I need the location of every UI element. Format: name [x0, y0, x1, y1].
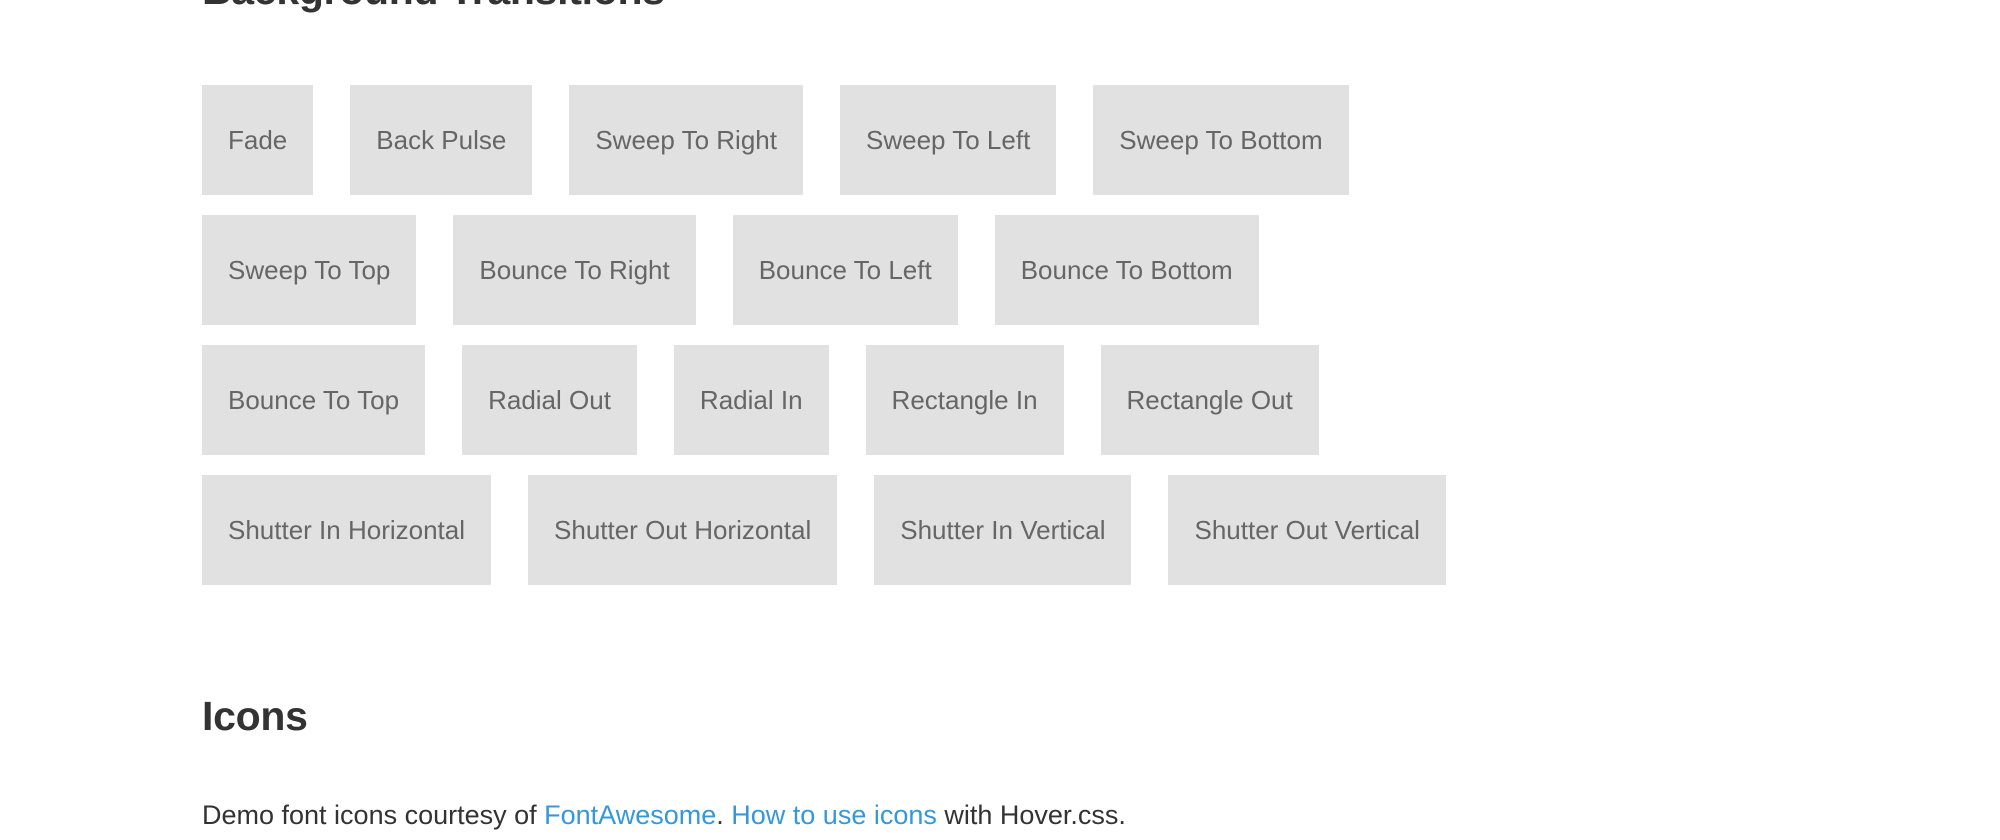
button-row-2: Sweep To Top Bounce To Right Bounce To L… — [202, 215, 1902, 325]
transition-button-sweep-to-left[interactable]: Sweep To Left — [839, 85, 1057, 195]
icons-description-text-after: with Hover.css. — [936, 800, 1126, 830]
button-row-1: Fade Back Pulse Sweep To Right Sweep To … — [202, 85, 1902, 195]
fontawesome-link[interactable]: FontAwesome — [544, 800, 716, 830]
transition-button-shutter-in-vertical[interactable]: Shutter In Vertical — [874, 475, 1132, 585]
page-title: Background Transitions — [202, 0, 665, 15]
transition-button-shutter-out-horizontal[interactable]: Shutter Out Horizontal — [528, 475, 838, 585]
transition-button-bounce-to-top[interactable]: Bounce To Top — [202, 345, 426, 455]
transition-button-fade[interactable]: Fade — [202, 85, 314, 195]
transition-button-bounce-to-bottom[interactable]: Bounce To Bottom — [994, 215, 1259, 325]
button-row-4: Shutter In Horizontal Shutter Out Horizo… — [202, 475, 1902, 585]
button-row-3: Bounce To Top Radial Out Radial In Recta… — [202, 345, 1902, 455]
transition-button-back-pulse[interactable]: Back Pulse — [350, 85, 533, 195]
transition-button-sweep-to-right[interactable]: Sweep To Right — [569, 85, 803, 195]
icons-section-title: Icons — [202, 693, 308, 739]
transition-button-shutter-out-vertical[interactable]: Shutter Out Vertical — [1168, 475, 1446, 585]
background-transitions-button-grid: Fade Back Pulse Sweep To Right Sweep To … — [202, 85, 1902, 605]
transition-button-bounce-to-left[interactable]: Bounce To Left — [732, 215, 958, 325]
transition-button-sweep-to-bottom[interactable]: Sweep To Bottom — [1093, 85, 1349, 195]
icons-description-text-middle: . — [716, 800, 732, 830]
transition-button-shutter-in-horizontal[interactable]: Shutter In Horizontal — [202, 475, 492, 585]
transition-button-radial-in[interactable]: Radial In — [673, 345, 829, 455]
icons-description: Demo font icons courtesy of FontAwesome.… — [202, 795, 1126, 836]
transition-button-bounce-to-right[interactable]: Bounce To Right — [453, 215, 696, 325]
icons-description-text-before: Demo font icons courtesy of — [202, 800, 545, 830]
how-to-use-icons-link[interactable]: How to use icons — [731, 800, 937, 830]
transition-button-rectangle-out[interactable]: Rectangle Out — [1100, 345, 1319, 455]
transition-button-rectangle-in[interactable]: Rectangle In — [865, 345, 1064, 455]
page-root: Background Transitions Fade Back Pulse S… — [0, 0, 2000, 840]
transition-button-radial-out[interactable]: Radial Out — [462, 345, 637, 455]
transition-button-sweep-to-top[interactable]: Sweep To Top — [202, 215, 417, 325]
